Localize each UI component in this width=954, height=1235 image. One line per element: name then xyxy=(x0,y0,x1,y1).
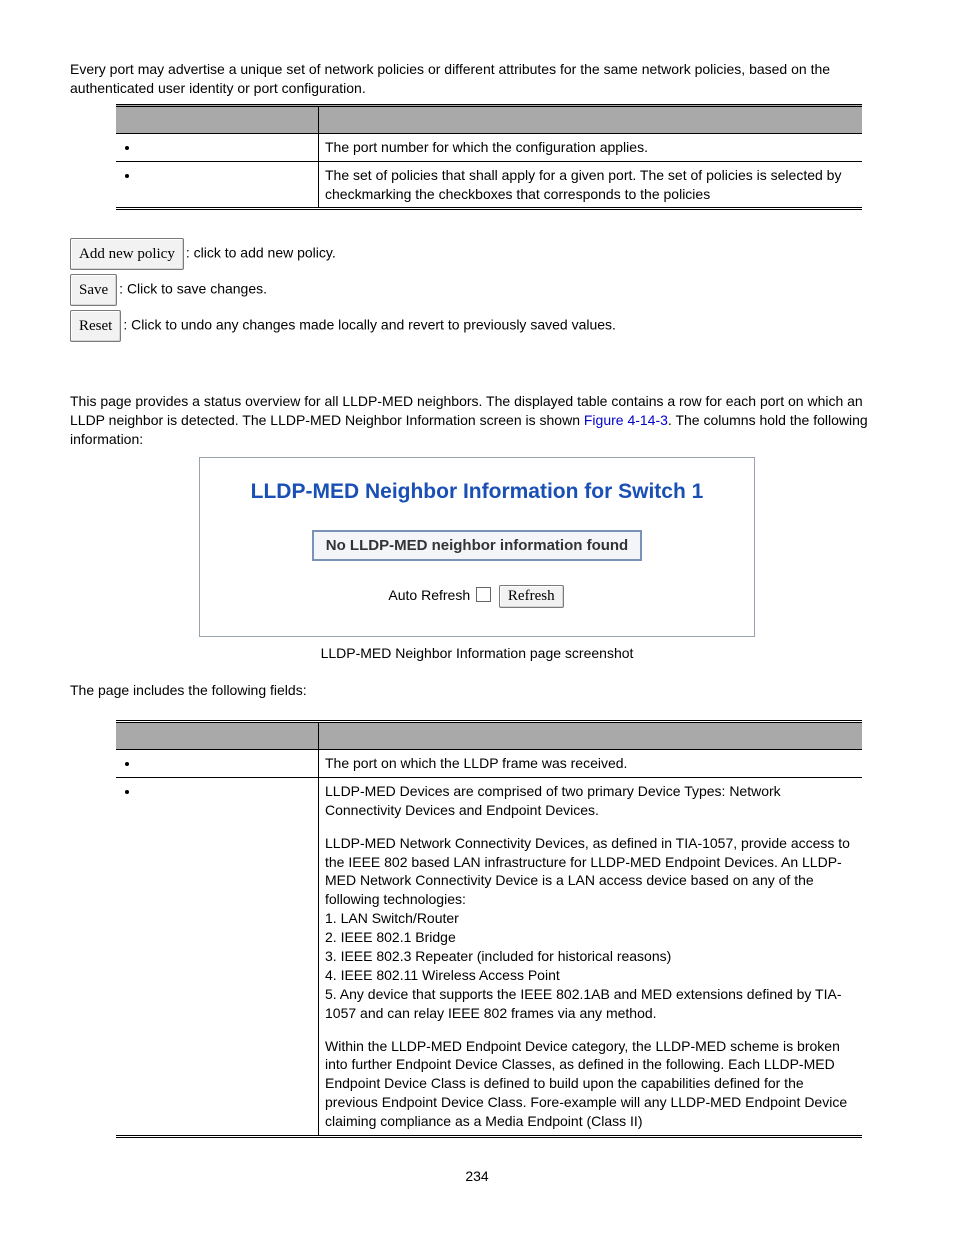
no-info-message: No LLDP-MED neighbor information found xyxy=(312,530,642,561)
figure-title: LLDP-MED Neighbor Information for Switch… xyxy=(218,480,736,504)
t2-row1-label xyxy=(140,754,312,773)
t1-row2-label xyxy=(140,166,312,185)
save-desc: : Click to save changes. xyxy=(119,281,267,297)
reset-desc: : Click to undo any changes made locally… xyxy=(123,317,616,333)
t2-row2-desc: LLDP-MED Devices are comprised of two pr… xyxy=(319,777,863,1136)
fields-table: The port on which the LLDP frame was rec… xyxy=(116,720,862,1138)
add-desc: : click to add new policy. xyxy=(186,245,336,261)
refresh-button[interactable]: Refresh xyxy=(499,585,564,608)
t2-row2-label xyxy=(140,782,312,801)
figure-reference-link[interactable]: Figure 4-14-3 xyxy=(584,412,668,428)
intro-paragraph: Every port may advertise a unique set of… xyxy=(70,60,884,98)
port-policy-table: The port number for which the configurat… xyxy=(116,104,862,211)
auto-refresh-checkbox[interactable] xyxy=(476,587,491,602)
reset-button[interactable]: Reset xyxy=(70,310,121,342)
fields-lead: The page includes the following fields: xyxy=(70,681,884,700)
auto-refresh-label: Auto Refresh xyxy=(388,587,470,603)
figure-caption: LLDP-MED Neighbor Information page scree… xyxy=(70,645,884,661)
t1-row2-desc: The set of policies that shall apply for… xyxy=(319,161,863,209)
add-new-policy-button[interactable]: Add new policy xyxy=(70,238,184,270)
page-number: 234 xyxy=(70,1168,884,1184)
t2-row1-desc: The port on which the LLDP frame was rec… xyxy=(319,750,863,778)
t1-row1-desc: The port number for which the configurat… xyxy=(319,133,863,161)
t1-row1-label xyxy=(140,138,312,157)
screenshot-figure: LLDP-MED Neighbor Information for Switch… xyxy=(199,457,755,637)
overview-paragraph: This page provides a status overview for… xyxy=(70,392,884,449)
save-button[interactable]: Save xyxy=(70,274,117,306)
